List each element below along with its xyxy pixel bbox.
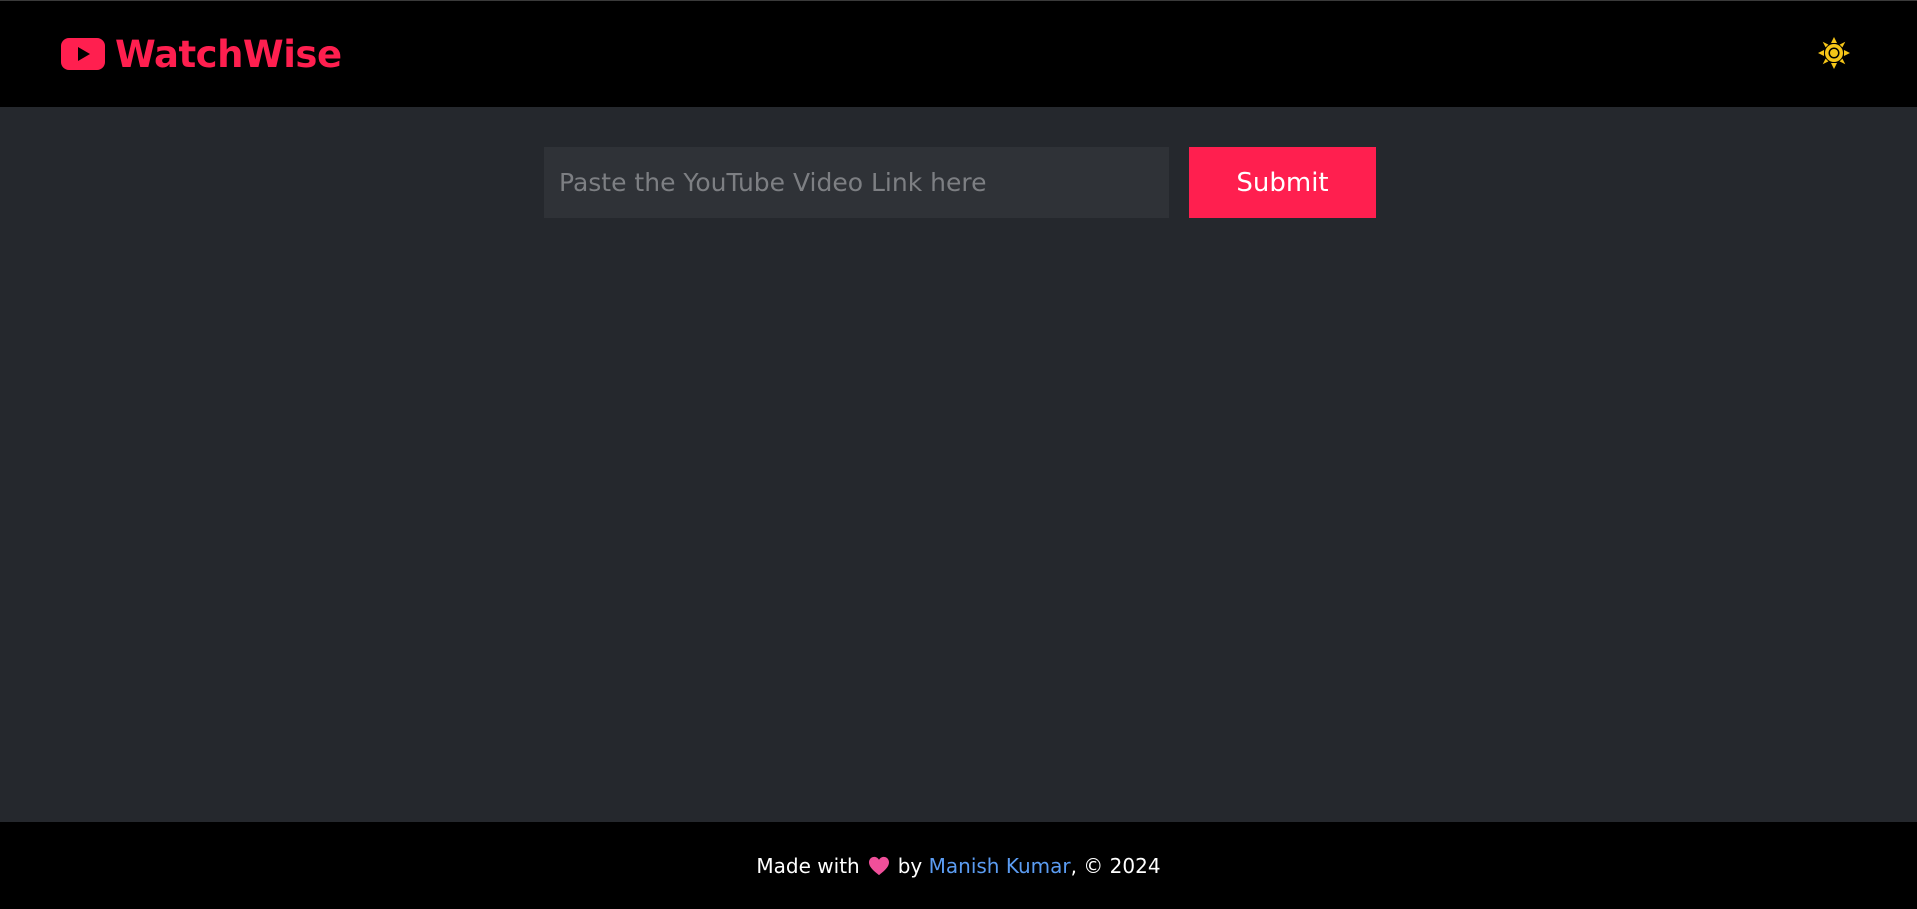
app-footer: Made with by Manish Kumar , © 2024 xyxy=(0,822,1917,909)
footer-copyright: , © 2024 xyxy=(1070,853,1161,878)
footer-made-with-text: Made with xyxy=(756,853,860,878)
app-header: WatchWise xyxy=(0,0,1917,107)
video-link-input[interactable] xyxy=(544,147,1169,218)
youtube-play-icon xyxy=(61,38,105,70)
footer-by-text: by xyxy=(897,853,923,878)
page: WatchWise Paste the YouTube Video Link h… xyxy=(0,0,1917,909)
main-content: Submit xyxy=(0,107,1917,822)
sun-icon xyxy=(1818,37,1850,69)
submit-button[interactable]: Submit xyxy=(1189,147,1376,218)
brand-name: WatchWise xyxy=(115,32,342,76)
brand-logo-link[interactable]: WatchWise xyxy=(61,31,342,77)
theme-toggle-button[interactable] xyxy=(1817,36,1851,70)
heart-icon xyxy=(868,856,889,875)
author-link[interactable]: Manish Kumar xyxy=(929,854,1071,878)
